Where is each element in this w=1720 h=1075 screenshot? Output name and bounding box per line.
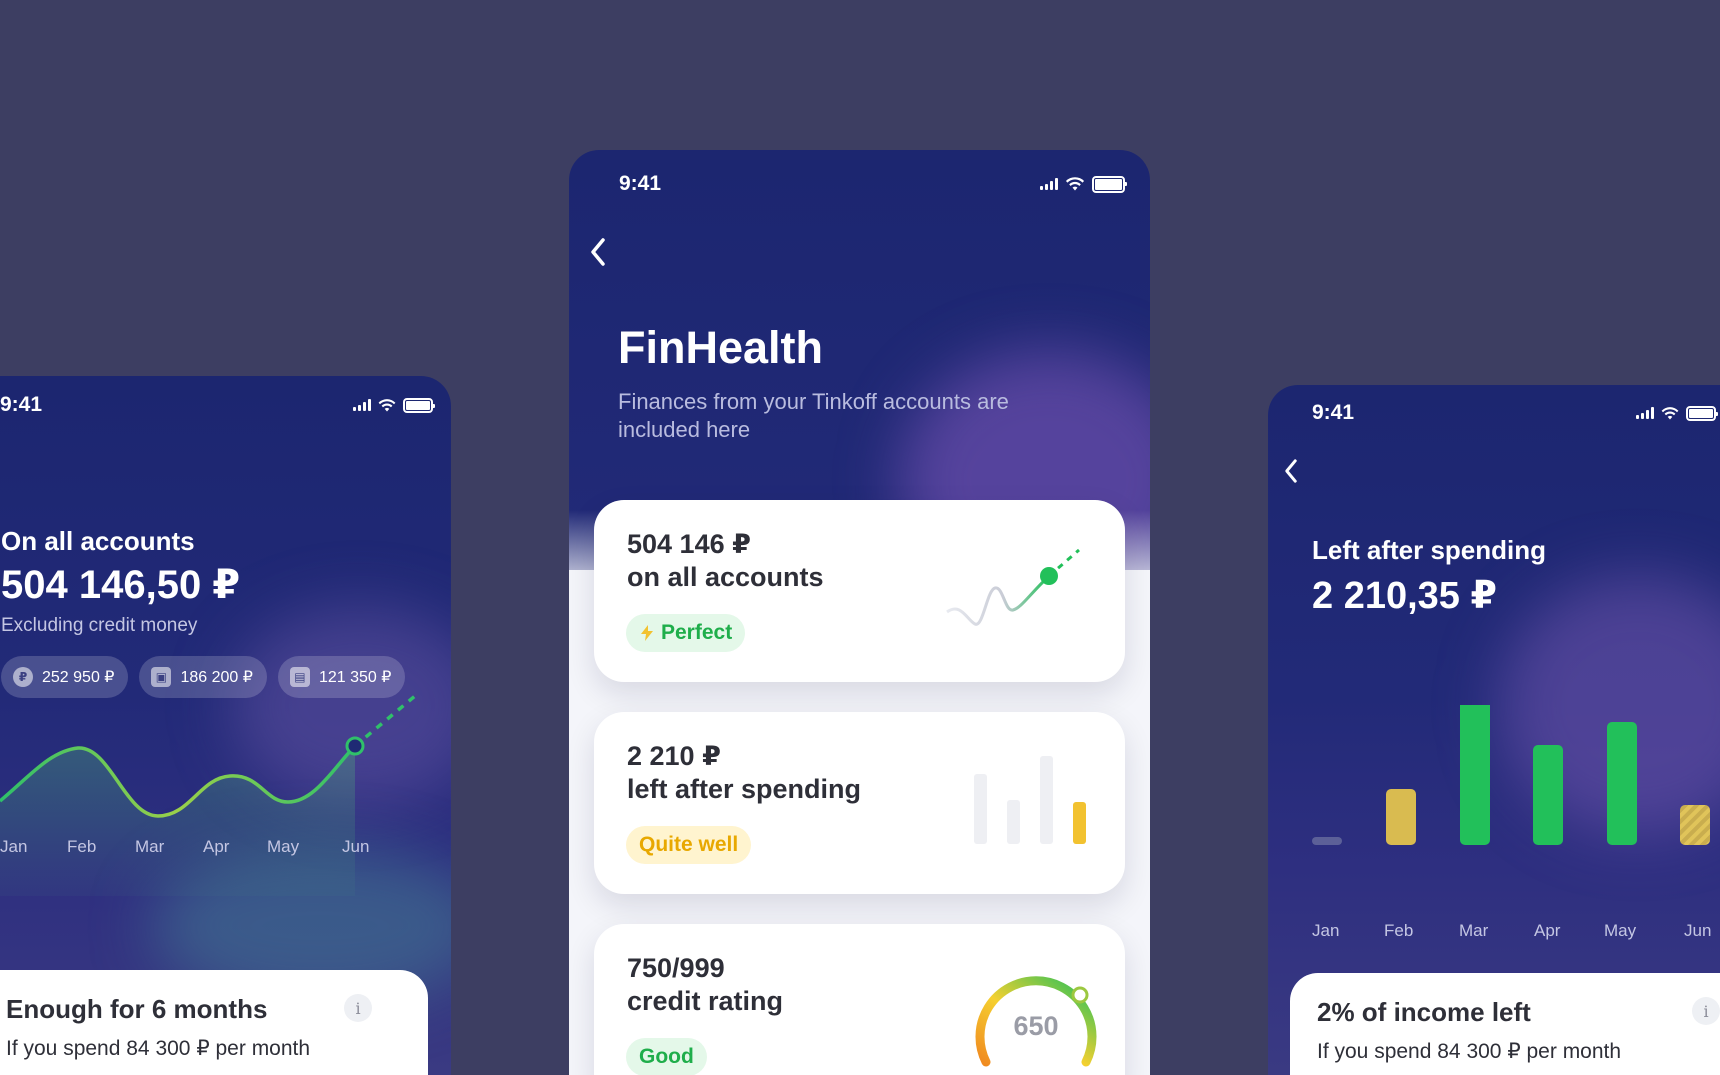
spending-mini-bars	[974, 756, 1086, 844]
spending-screen: 9:41 Left after spending 2 210,35 ₽ Jan …	[1268, 385, 1720, 1075]
status-badge: Quite well	[626, 826, 752, 864]
bar-feb	[1386, 789, 1416, 845]
signal-icon	[353, 399, 371, 411]
wifi-icon	[1065, 177, 1085, 191]
credit-rating-card[interactable]: 750/999 credit rating Good 650	[594, 924, 1125, 1075]
status-bar: 9:41	[569, 169, 1150, 199]
back-button[interactable]	[1280, 455, 1302, 487]
accounts-screen: 9:41 On all accounts 504 146,50 ₽ Exclud…	[0, 376, 451, 1075]
balance-area	[0, 746, 355, 896]
battery-icon	[1686, 405, 1719, 421]
spending-label: Left after spending	[1312, 535, 1547, 565]
current-point	[345, 736, 365, 756]
balance-line-chart	[0, 694, 417, 896]
month-label: Mar	[1459, 921, 1489, 940]
bar-may	[1607, 722, 1637, 845]
gauge-value: 650	[1013, 1011, 1058, 1041]
card-amount: 504 146 ₽	[627, 529, 751, 559]
credit-gauge: 650	[975, 976, 1097, 1067]
status-label: Quite well	[639, 833, 739, 856]
card-amount: 2 210 ₽	[627, 741, 721, 771]
month-label: Jan	[1312, 921, 1340, 940]
bar-jun	[1680, 805, 1710, 845]
runway-text: If you spend 84 300 ₽ per month	[6, 1037, 311, 1060]
income-left-text: If you spend 84 300 ₽ per month	[1317, 1040, 1622, 1063]
accounts-total: 504 146,50 ₽	[1, 563, 241, 607]
month-label: Jan	[0, 837, 28, 856]
status-time: 9:41	[0, 393, 43, 416]
month-label: Mar	[135, 837, 165, 856]
info-icon[interactable]: i	[1692, 997, 1720, 1025]
forecast-line	[353, 694, 417, 748]
info-icon[interactable]: i	[344, 994, 372, 1022]
bar-apr	[1533, 745, 1563, 845]
status-bar: 9:41	[0, 390, 451, 420]
finhealth-screen: 9:41 FinHealth Finances from your Tinkof…	[569, 150, 1150, 1075]
back-button[interactable]	[585, 234, 611, 270]
month-label: Jun	[1684, 921, 1712, 940]
page-subtitle: Finances from your Tinkoff accounts are …	[618, 389, 1009, 442]
status-label: Good	[639, 1045, 694, 1068]
runway-title: Enough for 6 months	[6, 994, 268, 1024]
accounts-card[interactable]: 504 146 ₽ on all accounts Perfect	[594, 500, 1125, 682]
month-label: May	[267, 837, 300, 856]
chevron-left-icon	[1285, 459, 1297, 483]
status-bar: 9:41	[1268, 398, 1720, 428]
month-label: Feb	[67, 837, 97, 856]
wifi-icon	[1661, 406, 1679, 419]
signal-icon	[1040, 178, 1058, 190]
status-time: 9:41	[619, 172, 662, 195]
card-description: on all accounts	[627, 562, 824, 592]
card-description: left after spending	[627, 774, 862, 804]
spending-card[interactable]: 2 210 ₽ left after spending Quite well	[594, 712, 1125, 894]
page-title: FinHealth	[618, 322, 824, 373]
runway-card[interactable]: Enough for 6 months If you spend 84 300 …	[0, 970, 428, 1075]
status-time: 9:41	[1312, 401, 1355, 424]
month-label: Feb	[1384, 921, 1414, 940]
bar-jan	[1312, 837, 1342, 845]
battery-icon	[403, 397, 435, 413]
chevron-left-icon	[591, 238, 605, 266]
battery-icon	[1092, 175, 1127, 193]
trend-sparkline	[946, 548, 1080, 626]
signal-icon	[1636, 407, 1655, 419]
month-label: May	[1604, 921, 1637, 940]
status-badge: Good	[626, 1038, 707, 1075]
card-description: credit rating	[627, 986, 784, 1016]
wifi-icon	[378, 398, 396, 411]
status-badge: Perfect	[626, 614, 746, 652]
spending-total: 2 210,35 ₽	[1312, 575, 1497, 617]
month-label: Apr	[203, 837, 230, 856]
status-label: Perfect	[661, 621, 733, 644]
accounts-subtitle: Excluding credit money	[1, 615, 198, 636]
accounts-label: On all accounts	[1, 526, 195, 556]
month-label: Apr	[1534, 921, 1561, 940]
income-left-title: 2% of income left	[1317, 997, 1531, 1027]
month-label: Jun	[342, 837, 370, 856]
lightning-icon	[641, 625, 653, 641]
monthly-bar-chart	[1312, 705, 1710, 845]
bar-mar	[1460, 705, 1490, 845]
income-left-card[interactable]: 2% of income left If you spend 84 300 ₽ …	[1290, 973, 1720, 1075]
card-amount: 750/999	[627, 953, 725, 983]
